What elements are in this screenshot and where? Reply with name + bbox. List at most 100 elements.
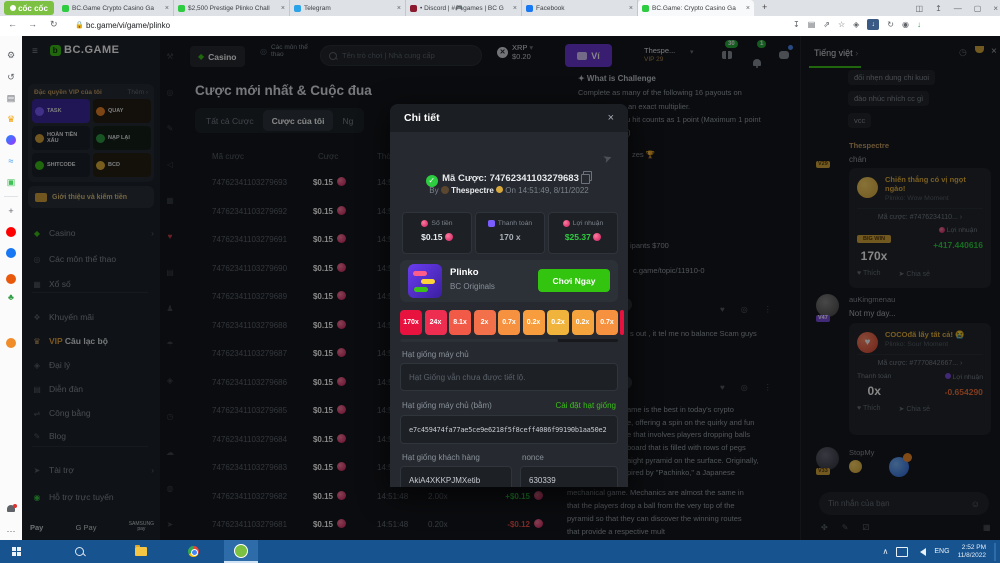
tab-close-icon[interactable]: × xyxy=(513,5,517,12)
tab-title: BC.Game: Crypto Casino Ga xyxy=(652,4,736,12)
messenger-icon[interactable] xyxy=(0,135,22,147)
stat-profit: Lợi nhuận $25.37 xyxy=(548,212,618,254)
minimize-button[interactable]: — xyxy=(954,4,962,13)
multiplier-chip: 170x xyxy=(400,310,422,335)
reload-button[interactable]: ↻ xyxy=(50,19,58,30)
hashed-seed-input[interactable]: e7c459474fa77ae5ce9e6218f5f8ceff4086f991… xyxy=(400,415,618,444)
tray-expand-icon[interactable]: ∧ xyxy=(883,547,889,556)
tab-title: BC.Game Crypto Casino Ga xyxy=(72,4,155,12)
turn-off-ads-icon[interactable]: ↥ xyxy=(935,4,942,13)
adblock-shield-icon[interactable]: ◈ xyxy=(853,20,859,29)
browser-address-bar: ← → ↻ 🔒 bc.game/vi/game/plinko ↧ ▤ ⇗ ☆ ◈ ↓ ↻ ◉ ↓ xyxy=(0,16,1000,37)
tab-favicon xyxy=(178,4,185,12)
hashed-seed-label: Hạt giống máy chủ (bằm) xyxy=(402,401,492,410)
downloads-box-icon[interactable]: ↓ xyxy=(867,19,880,30)
tab-favicon xyxy=(642,4,649,12)
youtube-icon[interactable] xyxy=(0,227,22,239)
copy-icon[interactable] xyxy=(581,171,593,184)
play-now-button[interactable]: Chơi Ngay xyxy=(538,269,610,292)
add-icon[interactable]: + xyxy=(0,206,22,216)
page-viewport: ≡ b BC.GAME Đặc quyền VIP của tôi Thêm › … xyxy=(22,36,1000,540)
coccoc-logo[interactable]: cốc cốc xyxy=(4,1,54,15)
close-window-button[interactable]: × xyxy=(993,4,998,13)
profile-icon[interactable]: ◉ xyxy=(902,20,909,29)
nonce-input[interactable]: 630339 xyxy=(520,466,618,487)
nonce-label: nonce xyxy=(522,453,544,462)
tab-title: • Discord | #🎮games | BC G xyxy=(420,5,504,12)
maximize-button[interactable]: ▢ xyxy=(974,4,982,13)
bookmark-star-icon[interactable]: ☆ xyxy=(838,20,845,29)
modal-player[interactable]: Thespectre xyxy=(451,186,494,195)
tab-search-icon[interactable]: ◫ xyxy=(916,4,924,13)
browser-tab[interactable]: BC.Game Crypto Casino Ga × xyxy=(58,0,174,16)
tab-close-icon[interactable]: × xyxy=(281,5,285,12)
download-arrow-icon[interactable]: ↧ xyxy=(793,20,800,29)
url-text[interactable]: bc.game/vi/game/plinko xyxy=(86,21,170,30)
game-provider: BC Originals xyxy=(450,282,495,291)
coccoc-logo-label: cốc cốc xyxy=(18,3,48,13)
tab-close-icon[interactable]: × xyxy=(746,5,750,12)
start-button[interactable] xyxy=(0,540,34,563)
reading-list-icon[interactable]: ▤ xyxy=(0,93,22,104)
games-icon[interactable]: ▣ xyxy=(0,177,22,188)
volume-icon[interactable] xyxy=(916,547,927,556)
set-seed-link[interactable]: Cài đặt hạt giống xyxy=(556,401,617,410)
browser-tab[interactable]: Facebook × xyxy=(522,0,638,16)
modal-share-icon[interactable]: ➤ xyxy=(601,151,614,166)
game-name[interactable]: Plinko xyxy=(450,267,479,278)
tab-favicon xyxy=(526,4,533,12)
multiplier-chip: 0.2x xyxy=(571,310,594,335)
settings-icon[interactable]: ⚙ xyxy=(0,50,22,61)
chrome-icon[interactable] xyxy=(176,540,210,563)
client-seed-input[interactable]: AkiA4XKKPJMXetib xyxy=(400,466,512,487)
coccoc-taskbar-icon[interactable] xyxy=(224,540,258,563)
browser-tab[interactable]: • Discord | #🎮games | BC G × xyxy=(406,0,522,16)
browser-tab[interactable]: $2,500 Prestige Plinko Chall × xyxy=(174,0,290,16)
file-explorer-icon[interactable] xyxy=(124,540,158,563)
show-desktop-button[interactable] xyxy=(994,542,996,561)
server-seed-label: Hạt giống máy chủ xyxy=(402,350,469,359)
site-lock-icon[interactable]: 🔒 xyxy=(75,21,84,29)
notifications-icon[interactable] xyxy=(0,504,22,514)
new-tab-button[interactable]: + xyxy=(762,2,767,12)
modal-datetime: On 14:51:49, 8/11/2022 xyxy=(505,186,589,195)
history-icon[interactable]: ↺ xyxy=(0,72,22,83)
tab-favicon xyxy=(62,4,69,12)
player-avatar-icon xyxy=(440,186,449,194)
tab-favicon xyxy=(410,4,417,12)
crown-icon[interactable]: ♛ xyxy=(0,114,22,125)
browser-tab-bar: cốc cốc BC.Game Crypto Casino Ga × $2,500 … xyxy=(0,0,1000,16)
tab-close-icon[interactable]: × xyxy=(397,5,401,12)
facebook-icon[interactable] xyxy=(0,248,22,260)
tab-title: Facebook xyxy=(536,4,565,12)
tree-icon[interactable]: ♣ xyxy=(0,292,22,302)
taskbar-search-icon[interactable] xyxy=(62,540,96,563)
back-button[interactable]: ← xyxy=(8,19,17,29)
savings-download-icon[interactable]: ↓ xyxy=(917,20,921,29)
server-seed-input[interactable]: Hạt Giống vẫn chưa được tiết lộ. xyxy=(400,363,618,391)
reader-icon[interactable]: ▤ xyxy=(808,20,816,29)
plinko-thumbnail[interactable] xyxy=(408,264,442,298)
tab-close-icon[interactable]: × xyxy=(165,5,169,12)
more-icon[interactable]: ⋯ xyxy=(0,526,22,537)
forward-button[interactable]: → xyxy=(28,19,37,29)
share-icon[interactable]: ⇗ xyxy=(823,20,830,29)
modal-bet-id: 74762341103279683 xyxy=(489,173,579,184)
sync-icon[interactable]: ↻ xyxy=(887,20,894,29)
taskbar-clock[interactable]: 2:52 PM 11/8/2022 xyxy=(958,544,986,560)
multiplier-chip-partial xyxy=(620,310,624,335)
modal-title: Chi tiết xyxy=(404,112,440,124)
tab-close-icon[interactable]: × xyxy=(629,5,633,12)
language-indicator[interactable]: ENG xyxy=(934,548,949,555)
chips-scrollbar[interactable] xyxy=(400,339,618,342)
browser-tab[interactable]: BC.Game: Crypto Casino Ga × xyxy=(638,0,754,16)
extension-icons: ↧ ▤ ⇗ ☆ ◈ ↓ ↻ ◉ ↓ xyxy=(793,19,921,30)
browser-tab[interactable]: Telegram × xyxy=(290,0,406,16)
network-icon[interactable] xyxy=(896,546,909,557)
bet-details-modal: Chi tiết × ➤ ✓ Mã Cược: 7476234110327968… xyxy=(390,104,628,487)
modal-close-icon[interactable]: × xyxy=(608,112,614,124)
cart-icon[interactable] xyxy=(0,338,22,350)
multiplier-chip: 0.7x xyxy=(498,310,520,335)
shopping-app-icon[interactable] xyxy=(0,274,22,286)
coccoc-feed-icon[interactable]: ≈ xyxy=(0,156,22,166)
